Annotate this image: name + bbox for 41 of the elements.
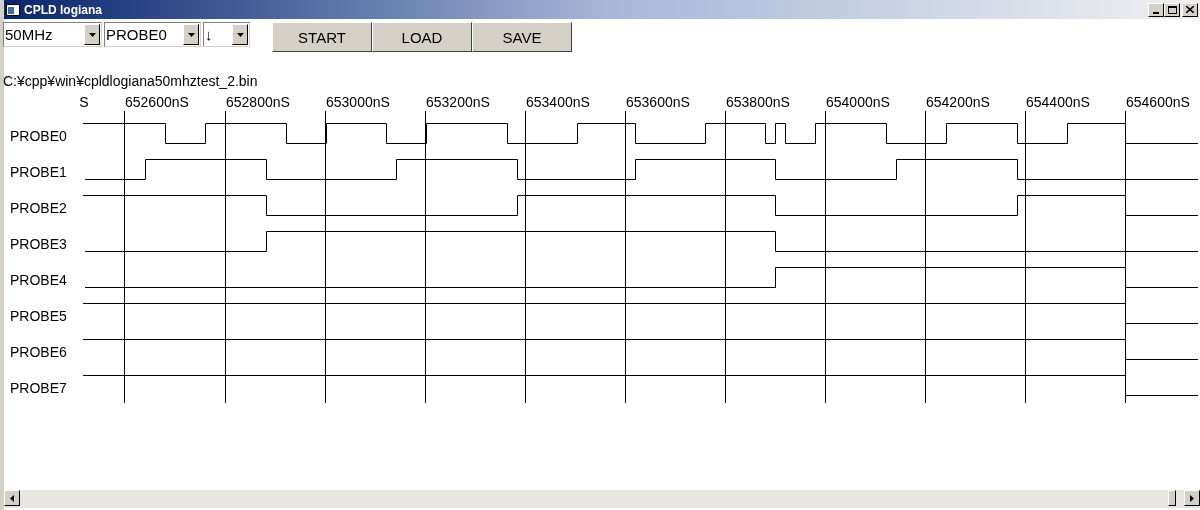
toolbar-button[interactable]: LOAD bbox=[372, 22, 472, 52]
probe-label: PROBE3 bbox=[10, 236, 67, 252]
file-path: C:¥cpp¥win¥cpldlogiana50mhztest_2.bin bbox=[3, 74, 258, 88]
probe-label: PROBE2 bbox=[10, 200, 67, 216]
minimize-button[interactable] bbox=[1148, 2, 1164, 17]
time-label: 653200nS bbox=[426, 94, 490, 110]
time-label: 653000nS bbox=[326, 94, 390, 110]
time-label: 654200nS bbox=[926, 94, 990, 110]
probe-label: PROBE7 bbox=[10, 380, 67, 396]
scroll-right-button[interactable] bbox=[1184, 490, 1200, 506]
time-label: 652800nS bbox=[226, 94, 290, 110]
window-title: CPLD logiana bbox=[24, 3, 102, 16]
probe-label: PROBE0 bbox=[10, 128, 67, 144]
scroll-thumb[interactable] bbox=[1168, 490, 1176, 506]
horizontal-scrollbar[interactable] bbox=[4, 490, 1200, 508]
time-label: 654000nS bbox=[826, 94, 890, 110]
time-label: 654400nS bbox=[1026, 94, 1090, 110]
time-label: 653400nS bbox=[526, 94, 590, 110]
time-label: 654600nS bbox=[1126, 94, 1190, 110]
probe-label: PROBE6 bbox=[10, 344, 67, 360]
probe-label: PROBE4 bbox=[10, 272, 67, 288]
scroll-left-button[interactable] bbox=[4, 490, 20, 506]
dropdown[interactable]: 50MHz bbox=[3, 22, 102, 47]
probe-label: PROBE1 bbox=[10, 164, 67, 180]
minimize-icon bbox=[1153, 11, 1159, 14]
time-label: S bbox=[79, 94, 89, 110]
left-arrow-icon bbox=[10, 494, 14, 502]
time-label: 653800nS bbox=[726, 94, 790, 110]
dropdown[interactable]: PROBE0 bbox=[104, 22, 201, 47]
close-button[interactable] bbox=[1182, 2, 1198, 17]
right-arrow-icon bbox=[1190, 494, 1194, 502]
close-icon bbox=[1186, 6, 1194, 13]
time-label: 653600nS bbox=[626, 94, 690, 110]
app-icon bbox=[6, 3, 20, 16]
time-label: 652600nS bbox=[125, 94, 189, 110]
toolbar-button[interactable]: SAVE bbox=[472, 22, 572, 52]
maximize-icon bbox=[1167, 5, 1177, 14]
probe-label: PROBE5 bbox=[10, 308, 67, 324]
maximize-button[interactable] bbox=[1164, 2, 1180, 17]
toolbar-button[interactable]: START bbox=[272, 22, 372, 52]
dropdown[interactable]: ↓ bbox=[203, 22, 250, 47]
